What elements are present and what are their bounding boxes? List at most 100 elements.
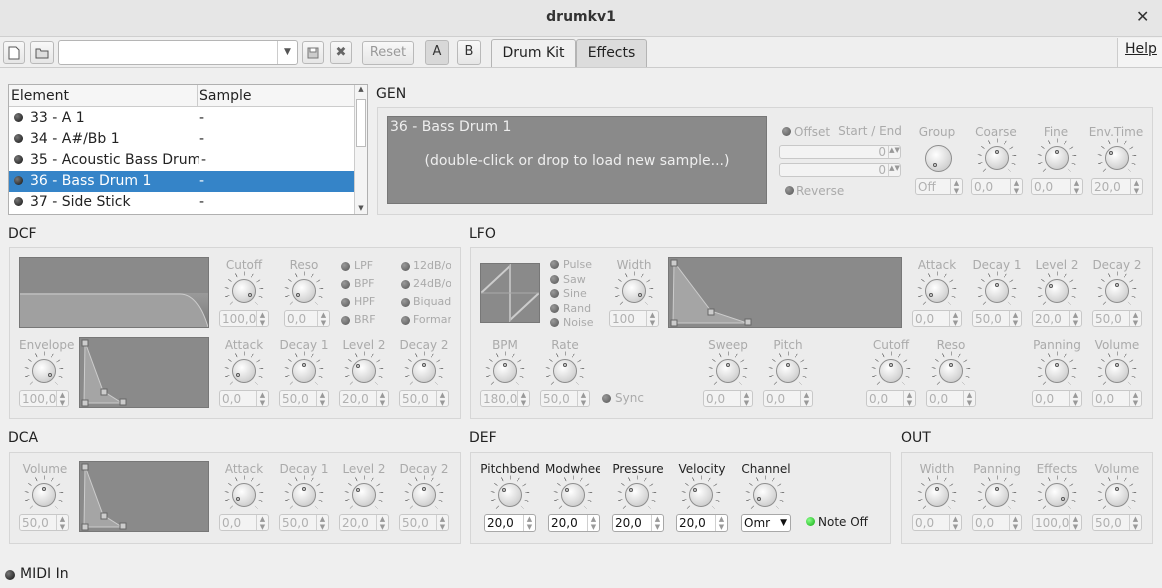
24db-radio[interactable]: 24dB/o bbox=[413, 277, 451, 290]
list-item[interactable]: 33 - A 1- bbox=[9, 108, 354, 129]
lfo-level2-knob[interactable] bbox=[1037, 271, 1077, 311]
dca-decay2-spinbox[interactable]: 50,0 ▲ ▼ bbox=[399, 514, 449, 531]
lfo-wave-graph[interactable] bbox=[480, 263, 540, 323]
modwheel-spinbox[interactable]: 20,0 ▲ ▼ bbox=[548, 514, 600, 532]
rate-knob[interactable] bbox=[545, 351, 585, 391]
note-off-toggle[interactable]: Note Off bbox=[818, 515, 868, 529]
coarse-spinbox[interactable]: 0,0 ▲ ▼ bbox=[971, 178, 1023, 195]
coarse-knob[interactable] bbox=[977, 138, 1017, 178]
noise-radio[interactable]: Noise bbox=[563, 316, 594, 329]
fine-knob[interactable] bbox=[1037, 138, 1077, 178]
lfo-volume-spinbox[interactable]: 0,0 ▲ ▼ bbox=[1092, 390, 1142, 407]
lfo-reso-spinbox[interactable]: 0,0 ▲ ▼ bbox=[926, 390, 976, 407]
lfo-attack-knob[interactable] bbox=[917, 271, 957, 311]
sweep-knob[interactable] bbox=[708, 351, 748, 391]
reset-button[interactable]: Reset bbox=[362, 41, 414, 65]
pitchbend-spinbox[interactable]: 20,0 ▲ ▼ bbox=[484, 514, 536, 532]
formant-radio[interactable]: Formar bbox=[413, 313, 451, 326]
chevron-down-icon[interactable]: ▼ bbox=[277, 41, 297, 64]
pitchbend-knob[interactable] bbox=[490, 475, 530, 515]
pulse-radio[interactable]: Pulse bbox=[563, 258, 592, 271]
modwheel-knob[interactable] bbox=[553, 475, 593, 515]
pitch-knob[interactable] bbox=[768, 351, 808, 391]
envelope-knob[interactable] bbox=[24, 351, 64, 391]
pressure-spinbox[interactable]: 20,0 ▲ ▼ bbox=[612, 514, 664, 532]
12db-radio[interactable]: 12dB/o bbox=[413, 259, 451, 272]
dca-volume-knob[interactable] bbox=[24, 475, 64, 515]
list-item-selected[interactable]: 36 - Bass Drum 1- bbox=[9, 171, 354, 192]
bpf-radio[interactable]: BPF bbox=[354, 277, 375, 290]
out-width-knob[interactable] bbox=[917, 475, 957, 515]
biquad-radio[interactable]: Biquad bbox=[413, 295, 451, 308]
lfo-decay1-spinbox[interactable]: 50,0 ▲ ▼ bbox=[972, 310, 1022, 327]
out-effects-knob[interactable] bbox=[1037, 475, 1077, 515]
list-item[interactable]: 37 - Side Stick - bbox=[9, 192, 354, 213]
save-icon[interactable] bbox=[302, 41, 324, 64]
cutoff-spinbox[interactable]: 100,0 ▲ ▼ bbox=[219, 310, 269, 327]
dca-level2-spinbox[interactable]: 20,0 ▲ ▼ bbox=[339, 514, 389, 531]
hpf-radio[interactable]: HPF bbox=[354, 295, 375, 308]
b-button[interactable]: B bbox=[457, 40, 481, 65]
close-icon[interactable]: ✕ bbox=[1136, 7, 1149, 26]
envtime-knob[interactable] bbox=[1097, 138, 1137, 178]
group-knob[interactable] bbox=[925, 145, 952, 172]
lfo-level2-spinbox[interactable]: 20,0 ▲ ▼ bbox=[1032, 310, 1082, 327]
dcf-decay1-knob[interactable] bbox=[284, 351, 324, 391]
dcf-envelope-graph[interactable] bbox=[79, 337, 209, 408]
end-spinbox[interactable]: 0 ▲▼ bbox=[779, 163, 901, 177]
scrollbar[interactable]: ▲ ▼ bbox=[354, 85, 367, 214]
channel-knob[interactable] bbox=[745, 475, 785, 515]
rate-spinbox[interactable]: 50,0 ▲ ▼ bbox=[540, 390, 590, 407]
offset-toggle[interactable]: Offset bbox=[794, 125, 830, 139]
channel-combo[interactable]: Omr ▼ bbox=[741, 514, 791, 532]
lfo-width-spinbox[interactable]: 100 ▲ ▼ bbox=[609, 310, 659, 327]
reso-knob[interactable] bbox=[284, 271, 324, 311]
tab-effects[interactable]: Effects bbox=[576, 39, 647, 67]
lfo-volume-knob[interactable] bbox=[1097, 351, 1137, 391]
fine-spinbox[interactable]: 0,0 ▲ ▼ bbox=[1031, 178, 1083, 195]
rand-radio[interactable]: Rand bbox=[563, 302, 591, 315]
dca-decay2-knob[interactable] bbox=[404, 475, 444, 515]
dcf-decay2-spinbox[interactable]: 50,0 ▲ ▼ bbox=[399, 390, 449, 407]
group-spinbox[interactable]: Off ▲ ▼ bbox=[915, 178, 963, 195]
element-list[interactable]: Element Sample 33 - A 1- 34 - A#/Bb 1- 3… bbox=[8, 84, 368, 215]
sync-toggle[interactable]: Sync bbox=[615, 391, 644, 405]
sine-radio[interactable]: Sine bbox=[563, 287, 587, 300]
cutoff-knob[interactable] bbox=[224, 271, 264, 311]
dcf-level2-spinbox[interactable]: 20,0 ▲ ▼ bbox=[339, 390, 389, 407]
lfo-panning-spinbox[interactable]: 0,0 ▲ ▼ bbox=[1032, 390, 1082, 407]
new-file-icon[interactable] bbox=[3, 41, 25, 64]
out-panning-spinbox[interactable]: 0,0 ▲ ▼ bbox=[972, 514, 1022, 531]
dcf-decay1-spinbox[interactable]: 50,0 ▲ ▼ bbox=[279, 390, 329, 407]
a-button[interactable]: A bbox=[425, 40, 449, 65]
envelope-spinbox[interactable]: 100,0 ▲ ▼ bbox=[19, 390, 69, 407]
help-menu[interactable]: Help bbox=[1125, 41, 1157, 57]
dcf-level2-knob[interactable] bbox=[344, 351, 384, 391]
out-volume-knob[interactable] bbox=[1097, 475, 1137, 515]
bpm-knob[interactable] bbox=[485, 351, 525, 391]
sample-display[interactable]: 36 - Bass Drum 1 (double-click or drop t… bbox=[387, 116, 767, 204]
lfo-panning-knob[interactable] bbox=[1037, 351, 1077, 391]
lfo-decay2-spinbox[interactable]: 50,0 ▲ ▼ bbox=[1092, 310, 1142, 327]
envtime-spinbox[interactable]: 20,0 ▲ ▼ bbox=[1091, 178, 1143, 195]
dca-attack-spinbox[interactable]: 0,0 ▲ ▼ bbox=[219, 514, 269, 531]
lfo-width-knob[interactable] bbox=[614, 271, 654, 311]
lfo-decay1-knob[interactable] bbox=[977, 271, 1017, 311]
velocity-knob[interactable] bbox=[681, 475, 721, 515]
out-width-spinbox[interactable]: 0,0 ▲ ▼ bbox=[912, 514, 962, 531]
dca-volume-spinbox[interactable]: 50,0 ▲ ▼ bbox=[19, 514, 69, 531]
dca-level2-knob[interactable] bbox=[344, 475, 384, 515]
saw-radio[interactable]: Saw bbox=[563, 273, 586, 286]
lfo-attack-spinbox[interactable]: 0,0 ▲ ▼ bbox=[912, 310, 962, 327]
preset-combo[interactable]: ▼ bbox=[58, 40, 298, 65]
dcf-attack-spinbox[interactable]: 0,0 ▲ ▼ bbox=[219, 390, 269, 407]
dca-decay1-spinbox[interactable]: 50,0 ▲ ▼ bbox=[279, 514, 329, 531]
lfo-cutoff-spinbox[interactable]: 0,0 ▲ ▼ bbox=[866, 390, 916, 407]
open-folder-icon[interactable] bbox=[30, 41, 54, 64]
dca-decay1-knob[interactable] bbox=[284, 475, 324, 515]
dca-attack-knob[interactable] bbox=[224, 475, 264, 515]
start-spinbox[interactable]: 0 ▲▼ bbox=[779, 145, 901, 159]
lfo-reso-knob[interactable] bbox=[931, 351, 971, 391]
lfo-decay2-knob[interactable] bbox=[1097, 271, 1137, 311]
out-panning-knob[interactable] bbox=[977, 475, 1017, 515]
